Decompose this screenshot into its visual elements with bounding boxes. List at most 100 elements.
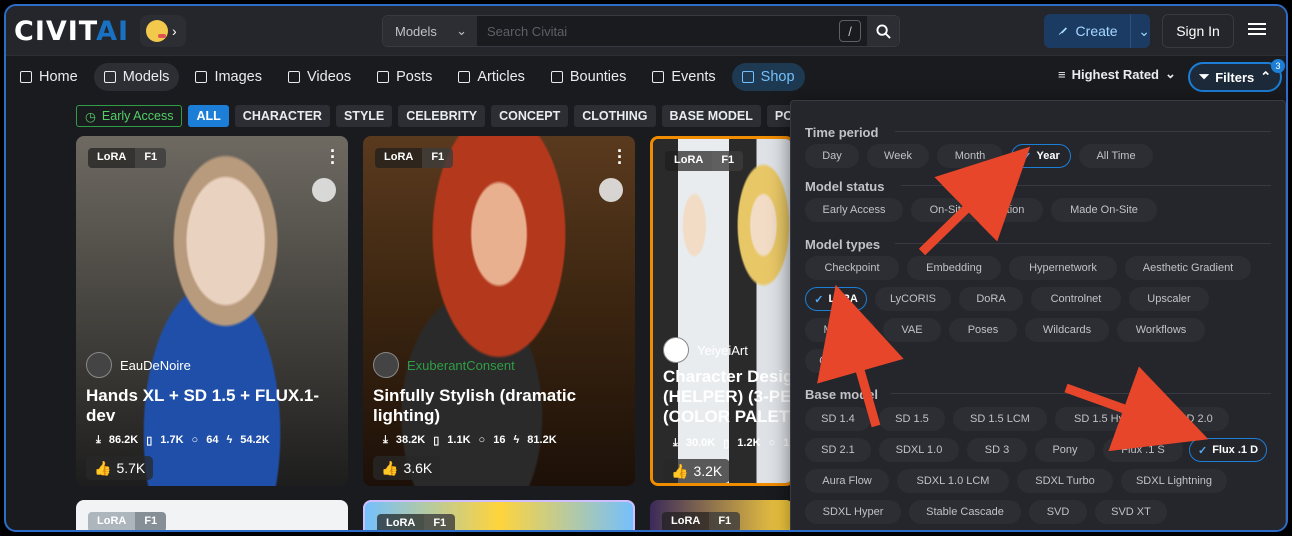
type-aesthetic-gradient[interactable]: Aesthetic Gradient bbox=[1125, 256, 1251, 280]
type-lycoris[interactable]: LyCORIS bbox=[875, 287, 951, 311]
filters-count-badge: 3 bbox=[1271, 59, 1285, 73]
like-button[interactable]: 👍 3.6K bbox=[373, 456, 441, 480]
filters-button[interactable]: ⏷ Filters ⌃ bbox=[1188, 62, 1282, 92]
chip-all[interactable]: ALL bbox=[188, 105, 229, 127]
chip-clothing[interactable]: CLOTHING bbox=[574, 105, 656, 127]
base-flux-1-d[interactable]: ✓ Flux .1 D bbox=[1189, 438, 1267, 462]
nav-posts[interactable]: Posts bbox=[367, 63, 442, 91]
base-sd-1-5-hyper[interactable]: SD 1.5 Hyper bbox=[1055, 407, 1159, 431]
more-options-icon[interactable]: · · · bbox=[617, 142, 623, 172]
base-sdxl-1-0-lcm[interactable]: SDXL 1.0 LCM bbox=[897, 469, 1009, 493]
nav-home[interactable]: Home bbox=[10, 63, 88, 91]
type-other[interactable]: Other bbox=[805, 349, 861, 373]
base-sd-2-1[interactable]: SD 2.1 bbox=[805, 438, 871, 462]
chevron-down-icon[interactable]: ⌄ bbox=[1138, 23, 1150, 40]
base-sdxl-hyper[interactable]: SDXL Hyper bbox=[805, 500, 901, 524]
type-dora[interactable]: DoRA bbox=[959, 287, 1023, 311]
type-wildcards[interactable]: Wildcards bbox=[1025, 318, 1109, 342]
base-svd-xt[interactable]: SVD XT bbox=[1095, 500, 1167, 524]
nav-bounties[interactable]: Bounties bbox=[541, 63, 636, 91]
type-workflows[interactable]: Workflows bbox=[1117, 318, 1205, 342]
type-vae[interactable]: VAE bbox=[883, 318, 941, 342]
nav-events[interactable]: Events bbox=[642, 63, 725, 91]
nav-images[interactable]: Images bbox=[185, 63, 272, 91]
user-emoji-button[interactable]: › bbox=[140, 15, 186, 47]
nav-articles[interactable]: Articles bbox=[448, 63, 535, 91]
model-thumbnail bbox=[653, 139, 791, 483]
create-button[interactable]: Create ⌄ bbox=[1044, 14, 1150, 48]
type-poses[interactable]: Poses bbox=[949, 318, 1017, 342]
chip-character[interactable]: CHARACTER bbox=[234, 105, 330, 127]
time-year[interactable]: ✓ Year bbox=[1011, 144, 1071, 168]
sort-dropdown[interactable]: ≡ Highest Rated ⌄ bbox=[1058, 66, 1176, 82]
author[interactable]: ExuberantConsent bbox=[373, 352, 515, 378]
clock-icon: ◷ bbox=[85, 109, 96, 124]
time-day[interactable]: Day bbox=[805, 144, 859, 168]
model-card[interactable]: LoRA F1 · · · EauDeNoire Hands XL + SD 1.5 … bbox=[76, 136, 348, 486]
type-motion[interactable]: Motion bbox=[805, 318, 875, 342]
like-button[interactable]: 👍 3.2K bbox=[663, 459, 731, 483]
author[interactable]: YeiyeiArt bbox=[663, 337, 748, 363]
author[interactable]: EauDeNoire bbox=[86, 352, 191, 378]
moneybag-icon bbox=[550, 71, 563, 83]
model-status-title: Model status bbox=[805, 179, 885, 194]
chevron-down-icon: ⌄ bbox=[1165, 66, 1176, 81]
base-stable-cascade[interactable]: Stable Cascade bbox=[909, 500, 1021, 524]
base-sdxl-lightning[interactable]: SDXL Lightning bbox=[1121, 469, 1227, 493]
comment-icon: ○ bbox=[191, 434, 199, 446]
base-svd[interactable]: SVD bbox=[1029, 500, 1087, 524]
chip-celebrity[interactable]: CELEBRITY bbox=[398, 105, 486, 127]
model-stats: ⤓ 30.0K ▯ 1.2K ○ 1 bbox=[673, 437, 790, 450]
image-icon bbox=[195, 71, 208, 83]
link-icon[interactable] bbox=[312, 178, 336, 202]
status-early-access[interactable]: Early Access bbox=[805, 198, 903, 222]
sign-in-button[interactable]: Sign In bbox=[1162, 14, 1234, 48]
model-card[interactable]: LoRA F1 bbox=[363, 500, 635, 530]
search-input[interactable]: Search Civitai bbox=[477, 16, 833, 46]
base-sdxl-1-0[interactable]: SDXL 1.0 bbox=[879, 438, 959, 462]
base-sdxl-turbo[interactable]: SDXL Turbo bbox=[1017, 469, 1113, 493]
model-card[interactable]: LoRA F1 YeiyeiArt Character Desig (HELPER… bbox=[650, 136, 794, 486]
time-all-time[interactable]: All Time bbox=[1079, 144, 1153, 168]
base-aura-flow[interactable]: Aura Flow bbox=[805, 469, 889, 493]
base-sd-2-0[interactable]: SD 2.0 bbox=[1163, 407, 1229, 431]
base-sd-1-5[interactable]: SD 1.5 bbox=[879, 407, 945, 431]
type-controlnet[interactable]: Controlnet bbox=[1031, 287, 1121, 311]
model-card[interactable]: LoRA F1 · · · ExuberantConsent Sinfully Sty… bbox=[363, 136, 635, 486]
type-upscaler[interactable]: Upscaler bbox=[1129, 287, 1209, 311]
base-sd-1-5-lcm[interactable]: SD 1.5 LCM bbox=[953, 407, 1047, 431]
nav-shop[interactable]: Shop bbox=[731, 63, 805, 91]
status-made-on-site[interactable]: Made On-Site bbox=[1051, 198, 1157, 222]
chip-concept[interactable]: CONCEPT bbox=[491, 105, 569, 127]
chip-base-model[interactable]: BASE MODEL bbox=[661, 105, 761, 127]
type-hypernetwork[interactable]: Hypernetwork bbox=[1009, 256, 1117, 280]
model-card[interactable]: LoRA F1 bbox=[650, 500, 794, 530]
base-sd-3[interactable]: SD 3 bbox=[967, 438, 1027, 462]
status-on-site-generation[interactable]: On-Site Generation bbox=[911, 198, 1043, 222]
base-flux-1-s[interactable]: Flux .1 S bbox=[1103, 438, 1183, 462]
type-embedding[interactable]: Embedding bbox=[907, 256, 1001, 280]
model-stats: ⤓ 86.2K ▯ 1.7K ○ 64 ϟ 54.2K bbox=[96, 434, 270, 447]
civitai-logo[interactable]: CIVITAI bbox=[14, 16, 129, 47]
time-week[interactable]: Week bbox=[867, 144, 929, 168]
time-month[interactable]: Month bbox=[937, 144, 1003, 168]
like-button[interactable]: 👍 5.7K bbox=[86, 456, 154, 480]
thumbs-up-icon: 👍 bbox=[381, 459, 399, 476]
base-sd-1-4[interactable]: SD 1.4 bbox=[805, 407, 871, 431]
type-checkpoint[interactable]: Checkpoint bbox=[805, 256, 899, 280]
bolt-icon: ϟ bbox=[513, 434, 520, 446]
chip-early-access[interactable]: ◷ Early Access bbox=[76, 105, 183, 127]
nav-models[interactable]: Models bbox=[93, 63, 180, 91]
model-card[interactable]: LoRA F1 bbox=[76, 500, 348, 530]
download-icon: ⤓ bbox=[673, 437, 678, 449]
nav-videos[interactable]: Videos bbox=[278, 63, 361, 91]
hamburger-menu-icon[interactable] bbox=[1246, 20, 1268, 40]
more-options-icon[interactable]: · · · bbox=[330, 142, 336, 172]
link-icon[interactable] bbox=[599, 178, 623, 202]
chip-style[interactable]: STYLE bbox=[335, 105, 393, 127]
base-pony[interactable]: Pony bbox=[1035, 438, 1095, 462]
type-lora[interactable]: ✓ LoRA bbox=[805, 287, 867, 311]
search-type-select[interactable]: Models ⌄ bbox=[383, 16, 477, 46]
search-button[interactable] bbox=[867, 16, 899, 46]
comment-icon: ○ bbox=[768, 437, 776, 449]
